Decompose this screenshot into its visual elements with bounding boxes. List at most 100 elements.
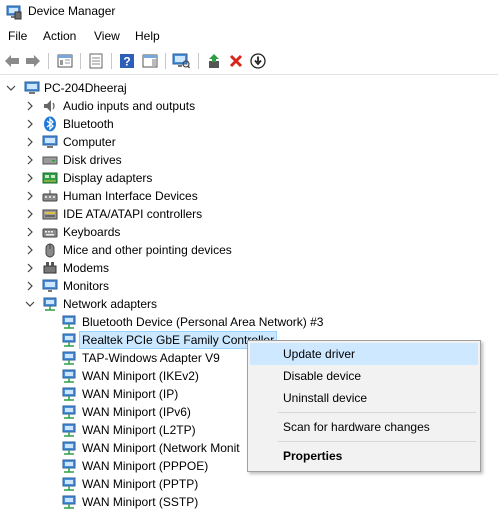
speaker-icon (44, 100, 55, 112)
disable-device-icon (250, 53, 266, 69)
chevron-right-icon[interactable] (25, 227, 35, 237)
properties-icon (89, 53, 103, 69)
chevron-down-icon[interactable] (25, 299, 35, 309)
network-adapter-icon (62, 351, 76, 365)
modem-icon (43, 262, 57, 274)
tree-item-keyboards[interactable]: Keyboards (0, 223, 498, 241)
device-label: Bluetooth Device (Personal Area Network)… (82, 315, 324, 329)
category-label: Network adapters (63, 297, 158, 311)
category-label: Mice and other pointing devices (63, 243, 232, 257)
chevron-right-icon[interactable] (25, 209, 35, 219)
properties-button[interactable] (86, 51, 106, 71)
menu-bar: File Action View Help (0, 27, 498, 47)
chevron-right-icon[interactable] (25, 191, 35, 201)
menu-separator (278, 441, 476, 442)
category-label: Human Interface Devices (63, 189, 198, 203)
chevron-right-icon[interactable] (25, 263, 35, 273)
toolbar: ? (0, 48, 498, 75)
menu-item-disable-device[interactable]: Disable device (250, 365, 478, 387)
tree-item-disk-drives[interactable]: Disk drives (0, 151, 498, 169)
back-icon (5, 55, 19, 67)
menu-file[interactable]: File (8, 29, 27, 43)
chevron-right-icon[interactable] (25, 245, 35, 255)
uninstall-icon (229, 54, 243, 68)
chevron-right-icon[interactable] (25, 119, 35, 129)
show-hide-console-tree-icon (57, 54, 73, 68)
menu-item-label: Uninstall device (283, 391, 368, 405)
tree-item-display-adapters[interactable]: Display adapters (0, 169, 498, 187)
window-title: Device Manager (28, 4, 116, 18)
menu-item-properties[interactable]: Properties (250, 445, 478, 467)
forward-button[interactable] (23, 51, 43, 71)
update-driver-icon (209, 54, 219, 68)
device-item[interactable]: Bluetooth Device (Personal Area Network)… (0, 313, 498, 331)
hid-icon (42, 190, 58, 202)
tree-item-hid[interactable]: Human Interface Devices (0, 187, 498, 205)
chevron-right-icon[interactable] (25, 281, 35, 291)
device-item[interactable]: WAN Miniport (PPTP) (0, 475, 498, 493)
menu-item-uninstall-device[interactable]: Uninstall device (250, 387, 478, 409)
device-label: WAN Miniport (Network Monit (82, 441, 240, 455)
tree-item-network-adapters[interactable]: Network adapters (0, 295, 498, 313)
device-label: WAN Miniport (L2TP) (82, 423, 196, 437)
network-adapter-icon (62, 423, 76, 437)
category-label: Modems (63, 261, 110, 275)
menu-action[interactable]: Action (43, 29, 76, 43)
network-adapter-icon (62, 369, 76, 383)
network-adapter-icon (62, 405, 76, 419)
menu-item-label: Disable device (283, 369, 362, 383)
device-label: WAN Miniport (PPPOE) (82, 459, 209, 473)
chevron-down-icon[interactable] (6, 83, 16, 93)
help-icon: ? (120, 54, 134, 69)
computer-icon (24, 81, 40, 94)
chevron-right-icon[interactable] (25, 155, 35, 165)
menu-item-label: Scan for hardware changes (283, 420, 430, 434)
computer-icon (42, 135, 58, 148)
menu-view[interactable]: View (94, 29, 120, 43)
tree-item-ide[interactable]: IDE ATA/ATAPI controllers (0, 205, 498, 223)
tree-item-mice[interactable]: Mice and other pointing devices (0, 241, 498, 259)
tree-item-modems[interactable]: Modems (0, 259, 498, 277)
tree-item-computer[interactable]: Computer (0, 133, 498, 151)
bluetooth-icon (44, 116, 56, 132)
help-button[interactable]: ? (117, 51, 137, 71)
category-label: Monitors (63, 279, 110, 293)
keyboard-icon (42, 228, 58, 238)
uninstall-button[interactable] (226, 51, 246, 71)
device-label: WAN Miniport (IPv6) (82, 405, 191, 419)
ide-controller-icon (42, 209, 58, 220)
network-adapter-icon (62, 387, 76, 401)
forward-icon (26, 55, 40, 67)
menu-item-label: Properties (283, 449, 343, 463)
update-driver-button[interactable] (204, 51, 224, 71)
category-label: Bluetooth (63, 117, 114, 131)
network-adapter-icon (62, 459, 76, 473)
category-label: Disk drives (63, 153, 122, 167)
console-tree-button[interactable] (55, 51, 75, 71)
menu-item-update-driver[interactable]: Update driver (250, 343, 478, 365)
disable-device-button[interactable] (248, 51, 268, 71)
menu-item-scan-hardware[interactable]: Scan for hardware changes (250, 416, 478, 438)
monitor-icon (42, 279, 58, 292)
chevron-right-icon[interactable] (25, 173, 35, 183)
device-label: WAN Miniport (SSTP) (82, 495, 199, 509)
device-item[interactable]: WAN Miniport (SSTP) (0, 493, 498, 511)
category-label: Audio inputs and outputs (63, 99, 196, 113)
tree-item-audio[interactable]: Audio inputs and outputs (0, 97, 498, 115)
mouse-icon (45, 243, 55, 258)
network-adapter-icon (43, 297, 57, 311)
network-adapter-icon (62, 477, 76, 491)
scan-hardware-button[interactable] (171, 51, 191, 71)
chevron-right-icon[interactable] (25, 137, 35, 147)
disk-drive-icon (42, 156, 58, 165)
device-label: TAP-Windows Adapter V9 (82, 351, 220, 365)
menu-help[interactable]: Help (135, 29, 160, 43)
tree-root[interactable]: PC-204Dheeraj (0, 79, 498, 97)
tree-item-bluetooth[interactable]: Bluetooth (0, 115, 498, 133)
chevron-right-icon[interactable] (25, 101, 35, 111)
menu-separator (278, 412, 476, 413)
tree-item-monitors[interactable]: Monitors (0, 277, 498, 295)
category-label: Keyboards (63, 225, 121, 239)
action-pane-button[interactable] (140, 51, 160, 71)
back-button[interactable] (2, 51, 22, 71)
